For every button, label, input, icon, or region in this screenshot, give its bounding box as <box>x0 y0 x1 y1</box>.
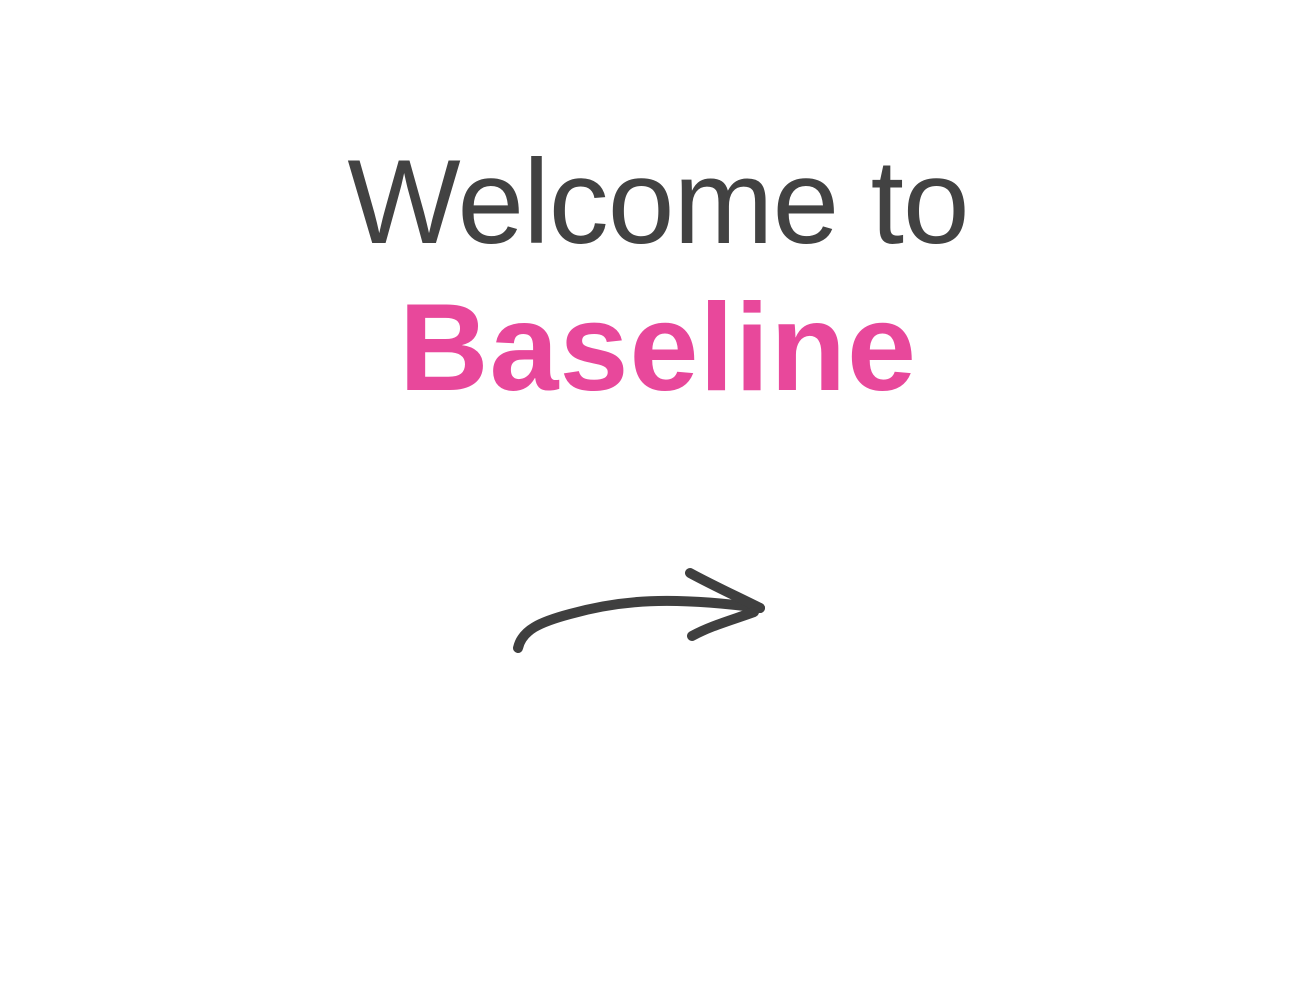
next-arrow-button[interactable] <box>500 560 780 670</box>
curved-arrow-right-icon <box>513 568 765 653</box>
brand-title: Baseline <box>398 279 918 417</box>
welcome-screen: Welcome to Baseline <box>0 0 1316 996</box>
welcome-heading: Welcome to <box>347 135 969 269</box>
